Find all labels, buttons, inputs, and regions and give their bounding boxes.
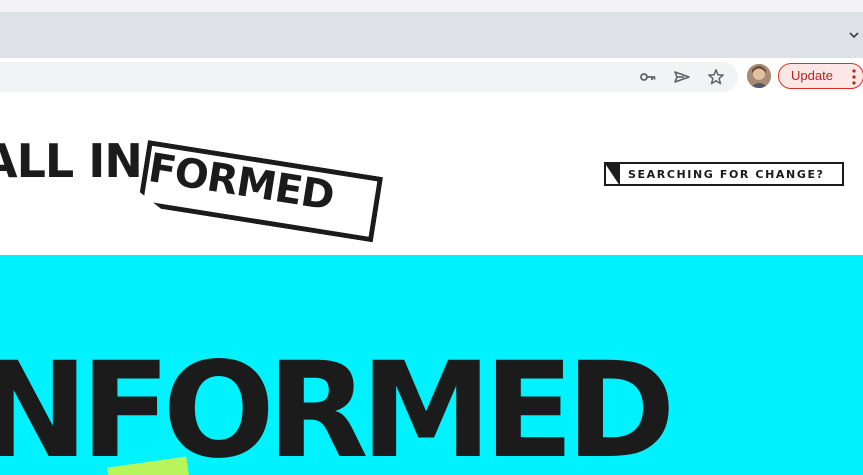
- star-icon[interactable]: [707, 68, 725, 86]
- profile-photo: [747, 64, 771, 88]
- key-icon[interactable]: [639, 68, 657, 86]
- more-vert-icon[interactable]: [852, 69, 856, 85]
- address-bar[interactable]: [0, 62, 738, 92]
- profile-avatar[interactable]: [747, 64, 771, 88]
- tab-bar: [0, 12, 863, 58]
- site-header: ALL IN FORMED SEARCHING FOR CHANGE?: [0, 96, 863, 255]
- send-icon[interactable]: [673, 68, 691, 86]
- window-top-strip: [0, 0, 863, 12]
- hero-heading: NFORMED: [0, 334, 676, 475]
- update-label: Update: [791, 68, 833, 83]
- update-button[interactable]: Update: [778, 63, 863, 89]
- hero-section: NFORMED: [0, 255, 863, 475]
- search-tag-label: SEARCHING FOR CHANGE?: [628, 168, 825, 181]
- tag-flag-icon: [604, 162, 620, 186]
- chevron-down-icon[interactable]: [847, 28, 861, 42]
- logo-text-left[interactable]: ALL IN: [0, 138, 143, 184]
- search-tag-button[interactable]: SEARCHING FOR CHANGE?: [604, 162, 844, 186]
